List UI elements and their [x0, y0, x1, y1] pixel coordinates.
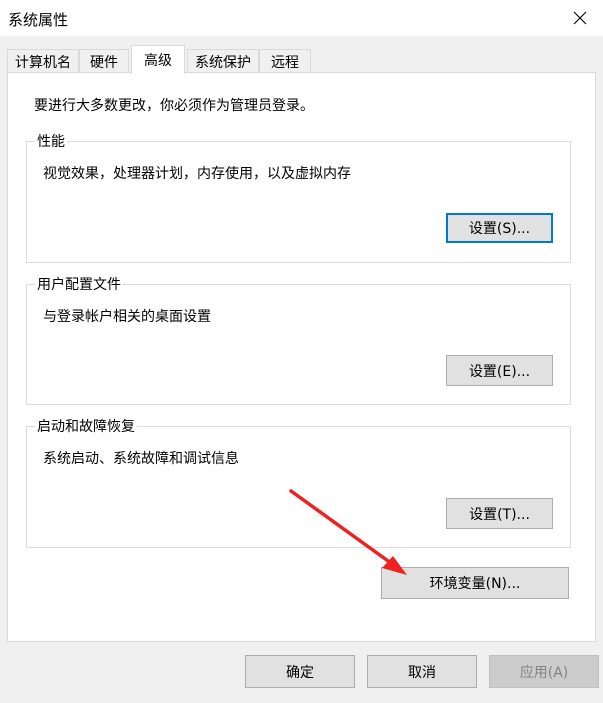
admin-note: 要进行大多数更改，你必须作为管理员登录。 [34, 98, 314, 114]
tab-hardware[interactable]: 硬件 [79, 49, 129, 73]
tab-computer-name[interactable]: 计算机名 [7, 49, 79, 73]
tab-remote[interactable]: 远程 [259, 49, 311, 73]
tab-advanced[interactable]: 高级 [131, 45, 185, 74]
startup-recovery-group-title: 启动和故障恢复 [35, 416, 137, 436]
startup-recovery-description: 系统启动、系统故障和调试信息 [43, 451, 239, 467]
user-profiles-description: 与登录帐户相关的桌面设置 [43, 309, 211, 325]
performance-settings-button[interactable]: 设置(S)... [446, 213, 553, 243]
close-button[interactable] [557, 0, 603, 36]
tab-system-protection[interactable]: 系统保护 [187, 49, 259, 73]
startup-recovery-settings-button[interactable]: 设置(T)... [446, 498, 553, 529]
environment-variables-button[interactable]: 环境变量(N)... [381, 567, 569, 599]
performance-group: 性能 视觉效果，处理器计划，内存使用，以及虚拟内存 设置(S)... [26, 131, 571, 263]
apply-button[interactable]: 应用(A) [489, 655, 599, 688]
startup-recovery-group: 启动和故障恢复 系统启动、系统故障和调试信息 设置(T)... [26, 416, 571, 548]
ok-button[interactable]: 确定 [245, 655, 355, 688]
user-profiles-group-title: 用户配置文件 [35, 274, 123, 294]
user-profiles-settings-button[interactable]: 设置(E)... [446, 355, 553, 386]
close-icon [573, 11, 587, 25]
window-title: 系统属性 [8, 11, 69, 29]
user-profiles-group: 用户配置文件 与登录帐户相关的桌面设置 设置(E)... [26, 274, 571, 405]
performance-description: 视觉效果，处理器计划，内存使用，以及虚拟内存 [43, 166, 351, 182]
advanced-tab-panel: 要进行大多数更改，你必须作为管理员登录。 性能 视觉效果，处理器计划，内存使用，… [7, 72, 596, 642]
performance-group-title: 性能 [35, 131, 67, 151]
title-bar: 系统属性 [0, 0, 603, 36]
cancel-button[interactable]: 取消 [367, 655, 477, 688]
